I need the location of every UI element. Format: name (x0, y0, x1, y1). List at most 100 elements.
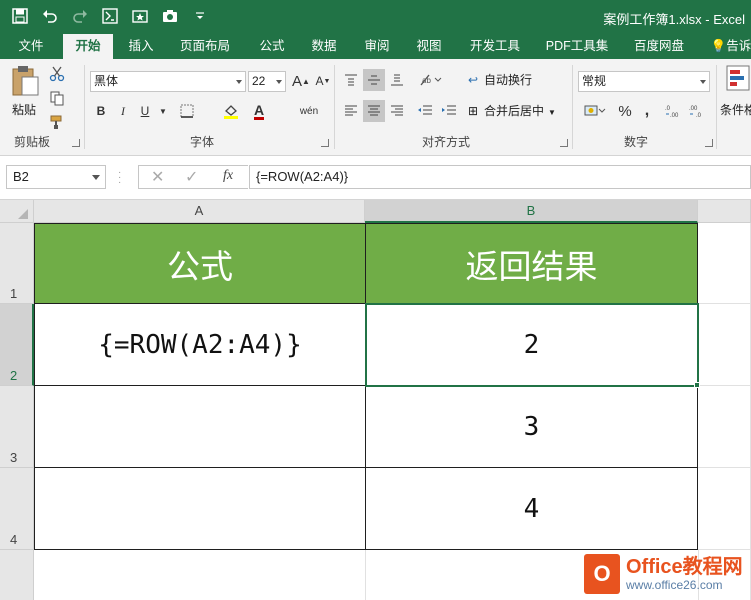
select-all-corner[interactable] (0, 200, 34, 223)
enter-icon[interactable]: ✓ (185, 167, 198, 187)
align-bottom-icon[interactable] (386, 69, 408, 91)
tab-formulas[interactable]: 公式 (250, 34, 294, 59)
tab-view[interactable]: 视图 (407, 34, 451, 59)
decrease-decimal-icon[interactable]: .00.0 (686, 100, 708, 122)
row-header-4[interactable]: 4 (0, 468, 34, 550)
fill-color-icon[interactable] (220, 100, 242, 122)
name-box[interactable]: B2 (6, 165, 106, 189)
bold-button[interactable]: B (90, 100, 112, 122)
underline-button[interactable]: U (134, 100, 156, 122)
cell-a1[interactable]: 公式 (34, 223, 366, 304)
text-orientation-icon[interactable]: ab (416, 69, 446, 91)
formula-input[interactable]: {=ROW(A2:A4)} (249, 165, 751, 189)
phonetic-guide-button[interactable]: wén (298, 100, 320, 122)
insert-function-icon[interactable]: fx (223, 168, 233, 184)
increase-decimal-icon[interactable]: .0.00 (662, 100, 684, 122)
percent-style-button[interactable]: % (614, 100, 636, 122)
tab-baidu-netdisk[interactable]: 百度网盘 (624, 34, 694, 59)
tab-page-layout[interactable]: 页面布局 (172, 34, 238, 59)
conditional-formatting-button[interactable]: 条件格 (720, 65, 751, 125)
formula-buttons: ✕ ✓ fx (138, 165, 248, 189)
number-format-select[interactable]: 常规 (578, 71, 710, 92)
gridline (365, 550, 366, 600)
redo-icon[interactable] (70, 6, 90, 26)
align-middle-icon[interactable] (363, 69, 385, 91)
svg-text:ab: ab (422, 76, 431, 85)
camera-icon[interactable] (160, 6, 180, 26)
merge-center-button[interactable]: ⊞ 合并后居中 ▼ (468, 100, 556, 122)
shrink-font-button[interactable]: A ▼ (312, 70, 334, 92)
cell-b2[interactable]: 2 (366, 304, 698, 386)
column-header-c[interactable] (698, 200, 751, 223)
row-number: 3 (10, 450, 18, 465)
merge-cells-icon: ⊞ (468, 104, 479, 118)
star-doc-icon[interactable] (130, 6, 150, 26)
group-separator (716, 65, 717, 149)
chevron-down-icon[interactable]: ▼ (158, 100, 168, 122)
tab-pdf-tools[interactable]: PDF工具集 (540, 34, 614, 59)
paste-button[interactable]: 粘贴 (8, 65, 42, 117)
alignment-dialog-launcher[interactable] (560, 139, 568, 147)
group-separator (84, 65, 85, 149)
decrease-indent-icon[interactable] (414, 100, 436, 122)
align-center-icon[interactable] (363, 100, 385, 122)
italic-button[interactable]: I (112, 100, 134, 122)
format-painter-icon[interactable] (46, 111, 68, 133)
cell-a4[interactable] (34, 468, 366, 550)
number-dialog-launcher[interactable] (705, 139, 713, 147)
tab-data[interactable]: 数据 (302, 34, 346, 59)
undo-icon[interactable] (40, 6, 60, 26)
cell-a2[interactable]: {=ROW(A2:A4)} (34, 304, 366, 386)
row-header-3[interactable]: 3 (0, 386, 34, 468)
quick-access-toolbar (10, 6, 210, 26)
accounting-format-icon[interactable] (578, 100, 612, 122)
clipboard-icon (12, 66, 39, 96)
cell-b1[interactable]: 返回结果 (366, 223, 698, 304)
wrap-text-label: 自动换行 (484, 73, 533, 87)
grow-font-button[interactable]: A ▲ (290, 70, 312, 92)
font-size-select[interactable]: 22 (248, 71, 286, 92)
tab-insert[interactable]: 插入 (118, 34, 164, 59)
window-title: 案例工作簿1.xlsx - Excel (603, 12, 745, 27)
ribbon-tabs: 文件 开始 插入 页面布局 公式 数据 审阅 视图 开发工具 PDF工具集 百度… (0, 34, 751, 59)
cell-b3[interactable]: 3 (366, 386, 698, 468)
save-icon[interactable] (10, 6, 30, 26)
font-name-select[interactable]: 黑体 (90, 71, 246, 92)
align-top-icon[interactable] (340, 69, 362, 91)
clipboard-dialog-launcher[interactable] (72, 139, 80, 147)
increase-indent-icon[interactable] (438, 100, 460, 122)
svg-text:.00: .00 (689, 106, 698, 112)
cut-icon[interactable] (46, 63, 68, 85)
tab-review[interactable]: 审阅 (355, 34, 399, 59)
align-right-icon[interactable] (386, 100, 408, 122)
cancel-icon[interactable]: ✕ (151, 167, 164, 187)
cell-b4[interactable]: 4 (366, 468, 698, 550)
tab-file[interactable]: 文件 (6, 34, 56, 59)
font-color-icon[interactable]: A (248, 100, 270, 122)
formula-icon[interactable] (100, 6, 120, 26)
fill-handle[interactable] (694, 382, 700, 388)
tab-tell-me[interactable]: 💡告诉 (706, 34, 751, 59)
wrap-text-button[interactable]: ↩ 自动换行 (468, 69, 532, 91)
row-header-2[interactable]: 2 (0, 304, 34, 386)
align-left-icon[interactable] (340, 100, 362, 122)
chevron-down-icon (92, 175, 100, 180)
column-header-b[interactable]: B (365, 200, 698, 223)
lightbulb-icon: 💡 (710, 39, 727, 53)
chevron-down-icon: ▼ (548, 108, 556, 117)
comma-style-button[interactable]: , (636, 100, 658, 122)
merge-center-label: 合并后居中 (484, 104, 545, 118)
row-header-5[interactable] (0, 550, 34, 600)
chevron-down-icon (700, 80, 706, 84)
row-header-1[interactable]: 1 (0, 223, 34, 304)
column-header-a[interactable]: A (34, 200, 365, 223)
tab-home[interactable]: 开始 (63, 34, 113, 59)
copy-icon[interactable] (46, 87, 68, 109)
font-dialog-launcher[interactable] (321, 139, 329, 147)
resize-handle-icon[interactable]: · · · (118, 168, 122, 188)
customize-icon[interactable] (190, 6, 210, 26)
cell-a3[interactable] (34, 386, 366, 468)
border-icon[interactable] (176, 100, 198, 122)
watermark-name: Office教程网 (626, 556, 743, 578)
tab-developer[interactable]: 开发工具 (460, 34, 530, 59)
